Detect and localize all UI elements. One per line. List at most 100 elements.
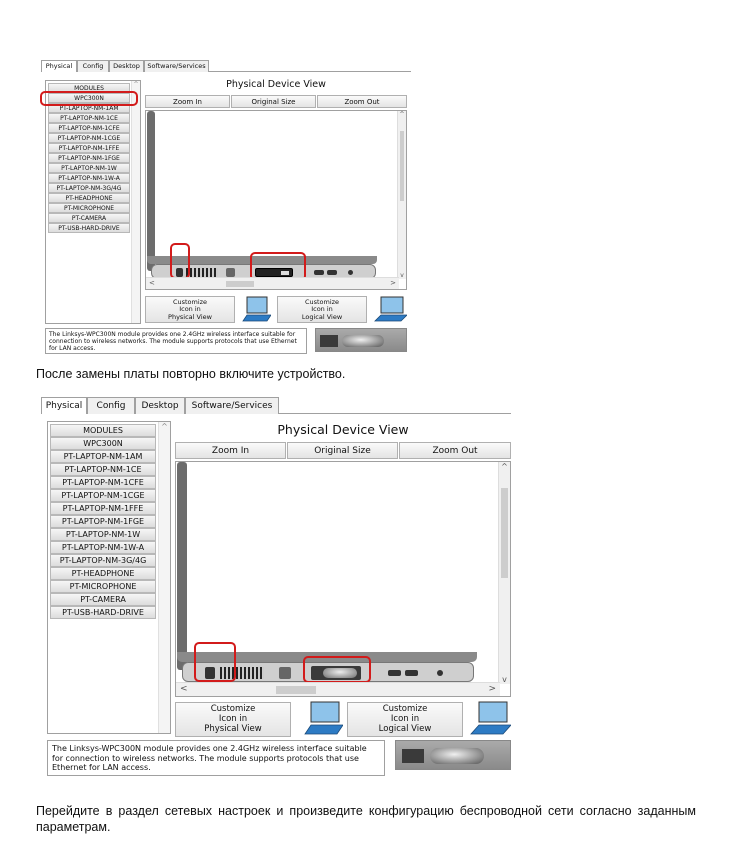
module-item[interactable]: PT-LAPTOP-NM-1FFE [50,502,156,515]
module-item[interactable]: PT-HEADPHONE [48,193,130,203]
viewport-horizontal-scrollbar[interactable]: < > [146,277,399,289]
highlight-power-port [194,642,236,682]
customize-physical-icon-button[interactable]: Customize Icon in Physical View [175,702,291,737]
scrollbar-thumb[interactable] [501,488,508,578]
zoom-in-button[interactable]: Zoom In [145,95,230,108]
scroll-up-arrow[interactable]: ^ [399,111,404,118]
scroll-left-arrow[interactable]: < [180,683,188,696]
zoom-out-button[interactable]: Zoom Out [317,95,407,108]
module-item[interactable]: PT-LAPTOP-NM-1W-A [50,541,156,554]
customize-physical-icon-button[interactable]: Customize Icon in Physical View [145,296,235,323]
module-description: The Linksys-WPC300N module provides one … [47,740,385,776]
usb-port [314,270,324,275]
module-item[interactable]: PT-LAPTOP-NM-1CE [48,113,130,123]
scroll-right-arrow[interactable]: > [488,683,496,696]
device-viewport[interactable]: ^ v < > [175,461,511,697]
ethernet-port [279,667,291,679]
module-item[interactable]: PT-LAPTOP-NM-3G/4G [48,183,130,193]
laptop-icon [242,296,271,322]
module-item[interactable]: PT-CAMERA [48,213,130,223]
module-list-scrollbar[interactable]: ^ [131,81,140,323]
scroll-down-arrow[interactable]: v [499,675,510,684]
original-size-button[interactable]: Original Size [231,95,316,108]
audio-port [348,270,353,275]
instruction-text-1: После замены платы повторно включите уст… [36,367,346,381]
usb-port [388,670,401,676]
device-viewport[interactable]: ^ v < > [145,110,407,290]
packet-tracer-window-large: Physical Config Desktop Software/Service… [41,397,511,780]
module-item[interactable]: PT-LAPTOP-NM-1FGE [50,515,156,528]
tab-desktop[interactable]: Desktop [109,60,144,72]
tab-software-services[interactable]: Software/Services [185,397,279,414]
packet-tracer-window-small: Physical Config Desktop Software/Service… [40,60,411,356]
tab-config[interactable]: Config [87,397,135,414]
scrollbar-thumb[interactable] [276,686,316,694]
ethernet-port [226,268,235,277]
original-size-button[interactable]: Original Size [287,442,398,459]
viewport-vertical-scrollbar[interactable]: ^ v [498,462,510,684]
scroll-right-arrow[interactable]: > [390,278,396,289]
scrollbar-thumb[interactable] [226,281,254,287]
module-item[interactable]: PT-LAPTOP-NM-1FFE [48,143,130,153]
module-item[interactable]: PT-LAPTOP-NM-1CE [50,463,156,476]
module-item[interactable]: PT-LAPTOP-NM-1W [48,163,130,173]
physical-device-view-title: Physical Device View [277,422,409,437]
scroll-up-arrow[interactable]: ^ [161,422,168,431]
zoom-in-button[interactable]: Zoom In [175,442,286,459]
zoom-out-button[interactable]: Zoom Out [399,442,511,459]
tab-desktop[interactable]: Desktop [135,397,185,414]
customize-logical-icon-button[interactable]: Customize Icon in Logical View [277,296,367,323]
tab-physical[interactable]: Physical [41,60,77,72]
tab-physical[interactable]: Physical [41,397,87,414]
scroll-down-arrow[interactable]: v [398,272,406,279]
module-item[interactable]: PT-LAPTOP-NM-1CGE [50,489,156,502]
module-item[interactable]: PT-CAMERA [50,593,156,606]
module-item[interactable]: PT-USB-HARD-DRIVE [48,223,130,233]
module-item[interactable]: PT-LAPTOP-NM-1FGE [48,153,130,163]
module-item[interactable]: PT-LAPTOP-NM-1W [50,528,156,541]
laptop-side-edge [177,462,187,670]
laptop-icon [470,701,511,735]
module-item[interactable]: PT-LAPTOP-NM-1AM [50,450,156,463]
audio-port [437,670,443,676]
module-preview-image [315,328,407,352]
module-list-panel: MODULES WPC300N PT-LAPTOP-NM-1AM PT-LAPT… [47,421,171,734]
usb-port [327,270,337,275]
module-item[interactable]: PT-LAPTOP-NM-1CFE [48,123,130,133]
scroll-left-arrow[interactable]: < [149,278,155,289]
module-list: MODULES WPC300N PT-LAPTOP-NM-1AM PT-LAPT… [50,424,156,619]
viewport-vertical-scrollbar[interactable]: ^ v [397,111,406,279]
laptop-side-edge [147,111,155,271]
viewport-horizontal-scrollbar[interactable]: < > [176,682,500,696]
highlight-wireless-card [303,656,371,683]
button-label: Logical View [378,723,432,734]
module-item[interactable]: PT-LAPTOP-NM-1W-A [48,173,130,183]
button-label: Logical View [301,312,343,321]
vent-grill [186,268,218,277]
tab-software-services[interactable]: Software/Services [144,60,209,72]
scroll-up-arrow[interactable]: ^ [133,81,138,88]
usb-port [405,670,418,676]
module-item[interactable]: PT-LAPTOP-NM-3G/4G [50,554,156,567]
customize-logical-icon-button[interactable]: Customize Icon in Logical View [347,702,463,737]
laptop-icon [304,701,343,735]
module-item[interactable]: PT-LAPTOP-NM-1CFE [50,476,156,489]
module-item-wpc300n[interactable]: WPC300N [50,437,156,450]
scrollbar-thumb[interactable] [400,131,404,201]
scroll-up-arrow[interactable]: ^ [501,462,508,471]
module-item[interactable]: PT-LAPTOP-NM-1CGE [48,133,130,143]
module-item[interactable]: PT-MICROPHONE [50,580,156,593]
button-label: Physical View [204,723,262,734]
tab-config[interactable]: Config [77,60,109,72]
instruction-text-2: Перейдите в раздел сетевых настроек и пр… [36,804,696,834]
module-item[interactable]: PT-MICROPHONE [48,203,130,213]
module-item[interactable]: PT-HEADPHONE [50,567,156,580]
module-list-scrollbar[interactable]: ^ [158,422,170,733]
module-item[interactable]: PT-USB-HARD-DRIVE [50,606,156,619]
button-label: Physical View [168,312,212,321]
physical-device-view-title: Physical Device View [226,79,326,90]
highlight-power-port [170,243,190,279]
laptop-icon [374,296,407,322]
module-item[interactable]: MODULES [50,424,156,437]
module-preview-image [395,740,511,770]
